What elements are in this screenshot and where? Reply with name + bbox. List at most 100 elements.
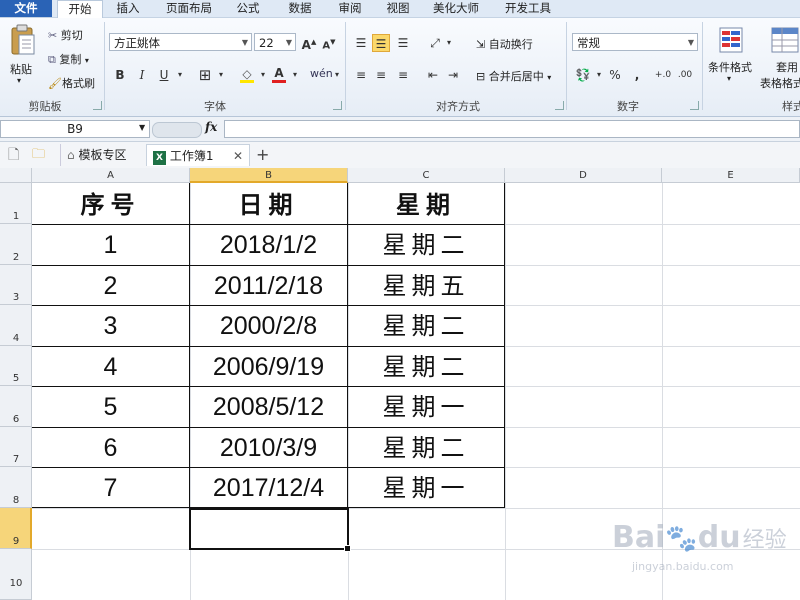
merge-center-button[interactable]: ⊟ 合并后居中 ▾ [476, 68, 551, 84]
column-header-a[interactable]: A [32, 168, 190, 183]
cell-c7[interactable]: 星期二 [348, 428, 504, 468]
cell-a7[interactable]: 6 [32, 428, 189, 468]
cell-b1[interactable]: 日期 [190, 186, 347, 224]
tab-insert[interactable]: 插入 [108, 0, 148, 17]
folder-icon[interactable]: 🗀 [32, 144, 45, 166]
decrease-decimal-icon[interactable]: .00 [676, 66, 694, 84]
add-tab-button[interactable]: + [256, 144, 269, 166]
new-doc-icon[interactable]: 🗋 [8, 144, 19, 166]
row-header-4[interactable]: 4 [0, 305, 32, 346]
align-right-icon[interactable]: ≡ [394, 66, 412, 84]
row-header-6[interactable]: 6 [0, 386, 32, 427]
formula-input[interactable] [224, 120, 800, 138]
underline-dropdown-icon[interactable]: ▾ [171, 66, 189, 84]
tab-home[interactable]: 开始 [57, 0, 103, 19]
cut-button[interactable]: ✂ 剪切 [48, 27, 83, 43]
align-center-icon[interactable]: ≡ [372, 66, 390, 84]
number-format-select[interactable]: 常规 ▼ [572, 33, 698, 51]
table-format-icon[interactable] [770, 26, 800, 56]
orientation-dropdown-icon[interactable]: ▾ [440, 34, 458, 52]
cell-b2[interactable]: 2018/1/2 [190, 225, 347, 265]
cell-a6[interactable]: 5 [32, 387, 189, 427]
active-cell-b9[interactable] [189, 508, 349, 550]
paste-icon[interactable] [10, 24, 36, 58]
bold-icon[interactable]: B [111, 66, 129, 84]
name-box-dropdown-icon[interactable]: ▼ [139, 123, 145, 132]
row-header-3[interactable]: 3 [0, 265, 32, 305]
tab-file[interactable]: 文件 [0, 0, 52, 17]
decrease-indent-icon[interactable]: ⇤ [424, 66, 442, 84]
row-header-10[interactable]: 10 [0, 549, 32, 600]
cell-a2[interactable]: 1 [32, 225, 189, 265]
tab-developer[interactable]: 开发工具 [497, 0, 559, 17]
font-size-select[interactable]: 22 ▼ [254, 33, 296, 51]
cell-b7[interactable]: 2010/3/9 [190, 428, 347, 468]
increase-decimal-icon[interactable]: +.0 [654, 66, 672, 84]
row-header-5[interactable]: 5 [0, 346, 32, 386]
increase-indent-icon[interactable]: ⇥ [444, 66, 462, 84]
tab-workbook[interactable]: X 工作簿1 ✕ [146, 144, 250, 166]
row-header-1[interactable]: 1 [0, 183, 32, 224]
number-launcher-icon[interactable] [690, 101, 699, 110]
alignment-launcher-icon[interactable] [555, 101, 564, 110]
tab-view[interactable]: 视图 [378, 0, 418, 17]
table-format-button[interactable]: 套用 [776, 59, 798, 75]
paste-button[interactable]: 粘贴 [10, 61, 32, 77]
phonetic-icon[interactable]: wén [310, 65, 333, 83]
borders-dropdown-icon[interactable]: ▾ [212, 66, 230, 84]
align-middle-icon[interactable]: ☰ [372, 34, 390, 52]
clipboard-launcher-icon[interactable] [93, 101, 102, 110]
cell-c4[interactable]: 星期二 [348, 306, 504, 346]
column-header-d[interactable]: D [505, 168, 662, 183]
format-painter-button[interactable]: 🖌格式刷 [48, 75, 95, 91]
column-header-c[interactable]: C [348, 168, 505, 183]
copy-button[interactable]: ⧉ 复制 ▾ [48, 51, 89, 67]
align-left-icon[interactable]: ≡ [352, 66, 370, 84]
table-format-button-line2[interactable]: 表格格式 [760, 75, 800, 91]
fx-icon[interactable]: fx [205, 120, 217, 134]
row-header-9[interactable]: 9 [0, 508, 32, 549]
wrap-text-button[interactable]: ⇲ 自动换行 [476, 36, 533, 52]
percent-icon[interactable]: % [606, 66, 624, 84]
cell-b4[interactable]: 2000/2/8 [190, 306, 347, 346]
cell-c3[interactable]: 星期五 [348, 266, 504, 306]
tab-review[interactable]: 审阅 [330, 0, 370, 17]
tab-data[interactable]: 数据 [280, 0, 320, 17]
grow-font-icon[interactable]: A▲ [300, 33, 318, 52]
cell-a3[interactable]: 2 [32, 266, 189, 306]
italic-icon[interactable]: I [133, 66, 151, 84]
tab-page-layout[interactable]: 页面布局 [158, 0, 220, 17]
cell-c8[interactable]: 星期一 [348, 468, 504, 508]
cell-b3[interactable]: 2011/2/18 [190, 266, 347, 306]
copy-dropdown-icon[interactable]: ▾ [85, 56, 89, 65]
cell-c5[interactable]: 星期二 [348, 347, 504, 387]
font-name-select[interactable]: 方正姚体 ▼ [109, 33, 252, 51]
cell-a8[interactable]: 7 [32, 468, 189, 508]
select-all-corner[interactable] [0, 168, 32, 183]
fill-handle[interactable] [344, 545, 351, 552]
cell-c6[interactable]: 星期一 [348, 387, 504, 427]
cell-b6[interactable]: 2008/5/12 [190, 387, 347, 427]
row-header-2[interactable]: 2 [0, 224, 32, 265]
paste-dropdown-icon[interactable]: ▾ [17, 76, 21, 85]
conditional-format-icon[interactable] [718, 26, 748, 56]
align-top-icon[interactable]: ☰ [352, 34, 370, 52]
comma-icon[interactable]: , [628, 66, 646, 84]
align-bottom-icon[interactable]: ☰ [394, 34, 412, 52]
tab-formulas[interactable]: 公式 [228, 0, 268, 17]
column-header-b[interactable]: B [190, 168, 348, 183]
font-color-dropdown-icon[interactable]: ▾ [286, 66, 304, 84]
row-header-7[interactable]: 7 [0, 427, 32, 467]
cell-c1[interactable]: 星期 [348, 186, 504, 224]
row-header-8[interactable]: 8 [0, 467, 32, 508]
font-launcher-icon[interactable] [333, 101, 342, 110]
column-header-e[interactable]: E [662, 168, 800, 183]
phonetic-dropdown-icon[interactable]: ▾ [328, 66, 346, 84]
chevron-down-icon[interactable]: ▾ [727, 74, 731, 83]
cell-a5[interactable]: 4 [32, 347, 189, 387]
formula-bar-resize-handle[interactable] [152, 122, 202, 138]
cell-a1[interactable]: 序号 [32, 186, 189, 224]
name-box[interactable]: B9 [0, 120, 150, 138]
cell-a4[interactable]: 3 [32, 306, 189, 346]
close-icon[interactable]: ✕ [233, 145, 243, 167]
